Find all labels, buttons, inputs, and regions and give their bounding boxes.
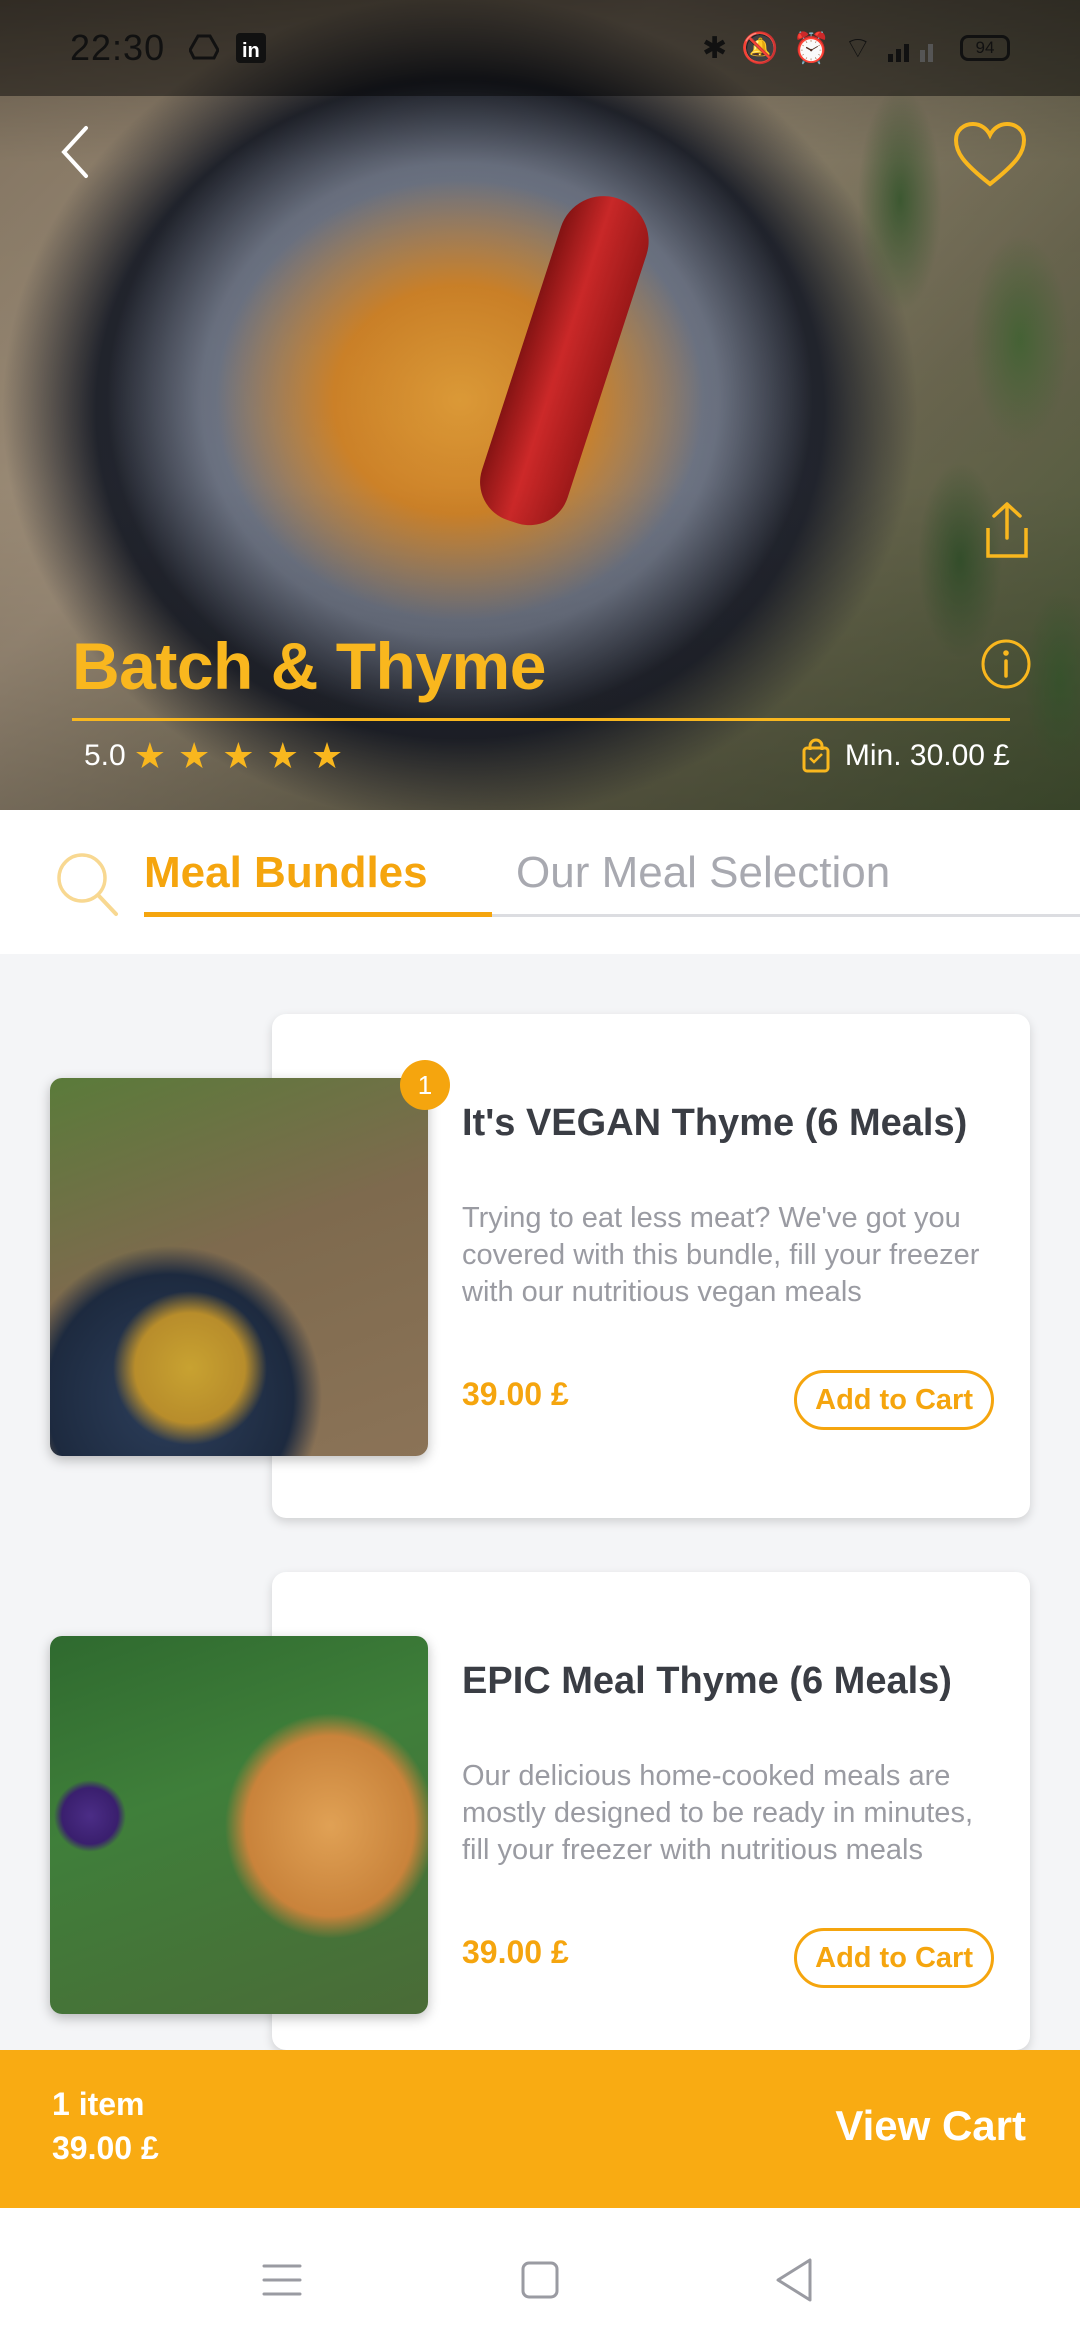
svg-text:in: in [242,40,260,62]
add-to-cart-button[interactable]: Add to Cart [794,1370,994,1430]
back-nav-button[interactable] [766,2250,826,2310]
menu-nav-button[interactable] [252,2250,312,2310]
product-title: EPIC Meal Thyme (6 Meals) [462,1660,952,1702]
product-description: Trying to eat less meat? We've got you c… [462,1202,980,1308]
share-icon [986,502,1028,558]
star-icon: ★ [133,735,166,776]
share-button[interactable] [982,500,1032,560]
info-button[interactable] [980,638,1032,690]
triangle-back-icon [776,2258,812,2302]
restaurant-name: Batch & Thyme [72,629,546,703]
rating: 5.0 ★ ★ ★ ★ ★ [84,738,343,774]
star-icon: ★ [178,735,211,776]
min-order-text: Min. 30.00 £ [844,739,1010,772]
rating-value: 5.0 [84,739,126,772]
signal-icon [888,44,933,62]
cart-quantity-badge: 1 [400,1060,450,1110]
tab-meal-bundles[interactable]: Meal Bundles [144,848,428,898]
heart-icon [953,121,1027,187]
min-order: Min. 30.00 £ [801,738,1010,774]
back-button[interactable] [52,122,102,182]
search-button[interactable] [54,850,120,920]
system-nav-bar [0,2208,1080,2340]
square-icon [521,2261,559,2299]
restaurant-hero: 22:30 in ✱ 🔕 ⏰ ⌔ 94 Batch & Thyme 5.0 ★ ★… [0,0,1080,810]
tab-underline-active [144,912,492,917]
cart-bar[interactable]: 1 item 39.00 £ View Cart [0,2050,1080,2208]
add-to-cart-button[interactable]: Add to Cart [794,1928,994,1988]
product-description: Our delicious home-cooked meals are most… [462,1760,973,1866]
shopping-bag-icon [802,738,830,773]
tab-our-meal-selection[interactable]: Our Meal Selection [516,848,890,898]
chevron-left-icon [61,126,88,178]
product-title: It's VEGAN Thyme (6 Meals) [462,1102,968,1144]
category-tabs: Meal Bundles Our Meal Selection [0,810,1080,954]
home-nav-button[interactable] [510,2250,570,2310]
star-icon: ★ [266,735,299,776]
cart-item-count: 1 item [52,2086,145,2122]
product-price: 39.00 £ [462,1934,569,1970]
menu-icon [262,2264,302,2296]
star-icon: ★ [222,735,255,776]
mute-icon: 🔕 [741,31,779,65]
rating-stars: ★ ★ ★ ★ ★ [134,738,343,774]
cart-total: 39.00 £ [52,2130,159,2166]
info-icon [981,639,1031,689]
linkedin-icon: in [236,33,267,63]
bluetooth-icon: ✱ [701,31,728,65]
title-divider [72,718,1010,721]
product-image[interactable] [50,1636,428,2014]
status-bar: 22:30 in ✱ 🔕 ⏰ ⌔ 94 [0,0,1080,96]
status-time: 22:30 [70,27,166,68]
alarm-icon: ⏰ [792,31,830,65]
drive-icon [189,34,220,60]
favorite-button[interactable] [952,120,1028,190]
battery-icon: 94 [960,35,1010,61]
search-icon [57,853,118,916]
view-cart-button[interactable]: View Cart [835,2102,1026,2150]
product-price: 39.00 £ [462,1376,569,1412]
star-icon: ★ [310,735,344,776]
wifi-icon: ⌔ [843,32,872,65]
product-image[interactable] [50,1078,428,1456]
